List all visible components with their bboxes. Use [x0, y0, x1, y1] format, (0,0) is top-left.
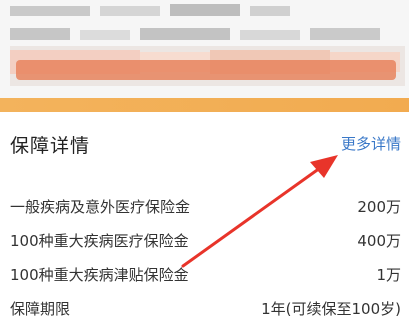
coverage-row: 100种重大疾病医疗保险金 400万 — [0, 226, 409, 256]
coverage-period-value: 1年(可续保至100岁) — [261, 300, 401, 318]
coverage-row: 一般疾病及意外医疗保险金 200万 — [0, 192, 409, 222]
obscured-product-card — [0, 0, 409, 112]
section-title: 保障详情 — [10, 135, 91, 157]
arrow-head — [310, 155, 338, 178]
coverage-value: 400万 — [357, 232, 401, 250]
coverage-value: 200万 — [357, 198, 401, 216]
coverage-period-label: 保障期限 — [10, 300, 71, 318]
page: 保障详情 更多详情 一般疾病及意外医疗保险金 200万 100种重大疾病医疗保险… — [0, 0, 409, 326]
coverage-label: 一般疾病及意外医疗保险金 — [10, 198, 191, 216]
coverage-label: 100种重大疾病医疗保险金 — [10, 232, 189, 250]
coverage-row: 100种重大疾病津贴保险金 1万 — [0, 260, 409, 290]
orange-divider-bar — [0, 98, 409, 112]
more-details-link[interactable]: 更多详情 — [341, 133, 401, 154]
coverage-value: 1万 — [376, 266, 401, 284]
coverage-label: 100种重大疾病津贴保险金 — [10, 266, 189, 284]
coverage-period-row: 保障期限 1年(可续保至100岁) — [0, 294, 409, 324]
